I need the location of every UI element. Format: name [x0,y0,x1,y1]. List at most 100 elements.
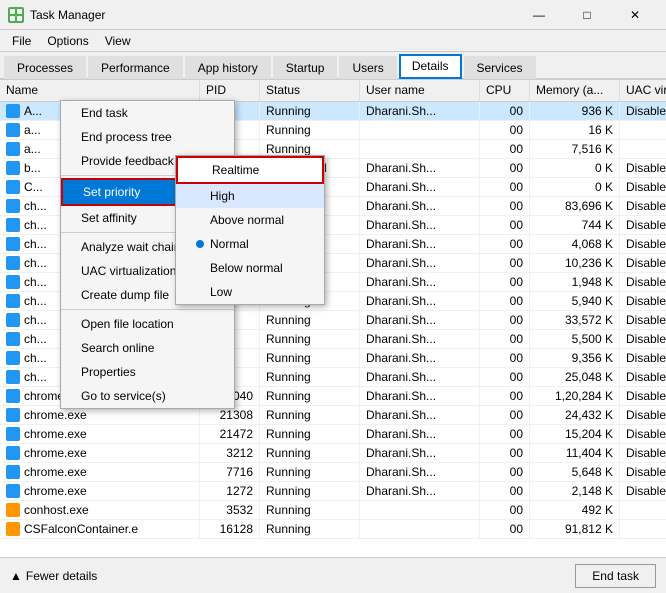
td-uac: Disabled [620,444,666,462]
td-user: Dharani.Sh... [360,406,480,424]
td-name: chrome.exe [0,444,200,462]
priority-high[interactable]: High [176,184,324,208]
td-memory: 2,148 K [530,482,620,500]
td-memory: 10,236 K [530,254,620,272]
td-memory: 5,648 K [530,463,620,481]
th-name[interactable]: Name [0,80,200,101]
td-uac: Disabled [620,216,666,234]
td-cpu: 00 [480,311,530,329]
tab-users[interactable]: Users [339,56,396,79]
td-name: CSFalconContainer.e [0,520,200,538]
td-memory: 15,204 K [530,425,620,443]
td-memory: 16 K [530,121,620,139]
maximize-button[interactable]: □ [564,5,610,25]
td-memory: 24,432 K [530,406,620,424]
app-icon [8,7,24,23]
td-user: Dharani.Sh... [360,330,480,348]
td-status: Running [260,349,360,367]
td-uac [620,140,666,158]
menu-options[interactable]: Options [39,32,96,49]
td-memory: 0 K [530,178,620,196]
ctx-divider-3 [61,309,234,310]
td-user [360,140,480,158]
td-uac: Disabled [620,254,666,272]
td-user [360,520,480,538]
menu-file[interactable]: File [4,32,39,49]
td-status: Running [260,387,360,405]
td-cpu: 00 [480,520,530,538]
td-user: Dharani.Sh... [360,159,480,177]
td-user: Dharani.Sh... [360,273,480,291]
ctx-goto-services[interactable]: Go to service(s) [61,384,234,408]
title-bar: Task Manager — □ ✕ [0,0,666,30]
ctx-properties[interactable]: Properties [61,360,234,384]
tab-services[interactable]: Services [464,56,536,79]
td-cpu: 00 [480,121,530,139]
td-uac: Disabled [620,330,666,348]
process-icon [6,503,20,517]
tab-details[interactable]: Details [399,54,462,79]
td-user: Dharani.Sh... [360,425,480,443]
td-cpu: 00 [480,197,530,215]
td-user: Dharani.Sh... [360,292,480,310]
td-user: Dharani.Sh... [360,197,480,215]
ctx-end-task[interactable]: End task [61,101,234,125]
priority-realtime[interactable]: Realtime [176,156,324,184]
priority-below-normal[interactable]: Below normal [176,256,324,280]
priority-above-normal[interactable]: Above normal [176,208,324,232]
td-status: Running [260,444,360,462]
ctx-search-online[interactable]: Search online [61,336,234,360]
td-status: Running [260,311,360,329]
ctx-end-process-tree[interactable]: End process tree [61,125,234,149]
fewer-details-button[interactable]: ▲ Fewer details [10,569,97,583]
priority-normal[interactable]: Normal [176,232,324,256]
menu-view[interactable]: View [97,32,139,49]
td-memory: 0 K [530,159,620,177]
process-icon [6,313,20,327]
th-memory[interactable]: Memory (a... [530,80,620,101]
process-icon [6,332,20,346]
td-memory: 91,812 K [530,520,620,538]
td-cpu: 00 [480,387,530,405]
td-pid: 7716 [200,463,260,481]
table-row[interactable]: chrome.exe 21472 Running Dharani.Sh... 0… [0,425,666,444]
td-user: Dharani.Sh... [360,444,480,462]
tab-app-history[interactable]: App history [185,56,271,79]
td-uac: Disabled [620,235,666,253]
title-bar-left: Task Manager [8,7,105,23]
tab-performance[interactable]: Performance [88,56,183,79]
td-cpu: 00 [480,501,530,519]
td-memory: 1,20,284 K [530,387,620,405]
td-cpu: 00 [480,235,530,253]
table-row[interactable]: chrome.exe 1272 Running Dharani.Sh... 00… [0,482,666,501]
th-status[interactable]: Status [260,80,360,101]
th-username[interactable]: User name [360,80,480,101]
th-pid[interactable]: PID [200,80,260,101]
pri-dot-normal [196,240,204,248]
td-uac: Disabled [620,425,666,443]
tab-startup[interactable]: Startup [273,56,338,79]
td-pid: 16128 [200,520,260,538]
th-cpu[interactable]: CPU [480,80,530,101]
td-uac: Disabled [620,311,666,329]
app-window: Task Manager — □ ✕ File Options View Pro… [0,0,666,593]
table-row[interactable]: chrome.exe 7716 Running Dharani.Sh... 00… [0,463,666,482]
td-cpu: 00 [480,292,530,310]
minimize-button[interactable]: — [516,5,562,25]
table-row[interactable]: CSFalconContainer.e 16128 Running 00 91,… [0,520,666,539]
td-status: Running [260,463,360,481]
app-title: Task Manager [30,8,105,22]
th-uac[interactable]: UAC virtualiza... [620,80,666,101]
process-icon [6,123,20,137]
close-button[interactable]: ✕ [612,5,658,25]
end-task-button[interactable]: End task [575,564,656,588]
table-row[interactable]: conhost.exe 3532 Running 00 492 K [0,501,666,520]
priority-low[interactable]: Low [176,280,324,304]
td-status: Running [260,501,360,519]
process-icon [6,370,20,384]
process-icon [6,465,20,479]
fewer-details-label: Fewer details [26,569,97,583]
ctx-open-location[interactable]: Open file location [61,312,234,336]
table-row[interactable]: chrome.exe 3212 Running Dharani.Sh... 00… [0,444,666,463]
tab-processes[interactable]: Processes [4,56,86,79]
